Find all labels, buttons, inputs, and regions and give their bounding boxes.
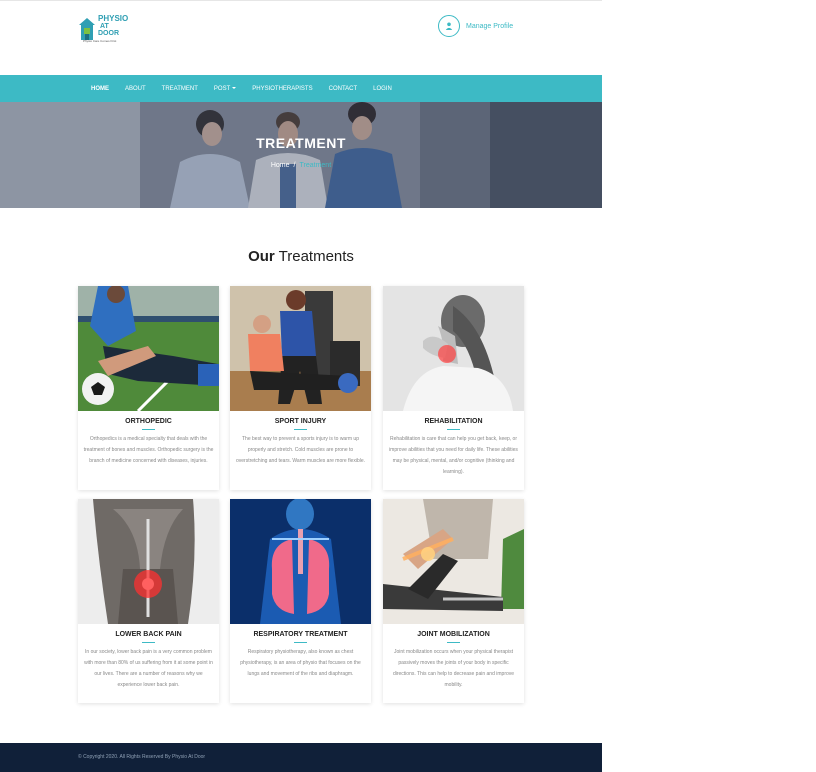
breadcrumb-current: Treatment (299, 162, 332, 169)
hero-banner: TREATMENT Home / Treatment (0, 102, 602, 208)
title-underline (447, 429, 460, 430)
title-underline (142, 642, 155, 643)
nav-item-physiotherapists[interactable]: PHYSIOTHERAPISTS (252, 86, 312, 92)
nav-item-post[interactable]: POST (213, 85, 237, 92)
breadcrumb-separator: / (293, 162, 296, 169)
section-title-rest: Treatments (274, 248, 354, 265)
title-underline (294, 429, 307, 430)
breadcrumb: Home / Treatment (0, 162, 602, 169)
main-nav: HOME ABOUT TREATMENT POST PHYSIOTHERAPIS… (0, 75, 602, 102)
nav-item-contact[interactable]: CONTACT (329, 86, 358, 92)
treatment-card-lower-back-pain[interactable]: LOWER BACK PAIN In our society, lower ba… (78, 499, 219, 703)
top-border (0, 0, 602, 1)
orthopedic-image (78, 286, 219, 411)
hero-title: TREATMENT (256, 135, 346, 151)
card-title: JOINT MOBILIZATION (417, 631, 490, 638)
card-description: In our society, lower back pain is a ver… (84, 649, 213, 688)
logo-tagline: Physio Care Comes First (83, 39, 117, 43)
nav-item-post-label: POST (213, 85, 231, 92)
copyright-text: © Copyright 2020. All Rights Reserved By… (78, 754, 206, 760)
section-title-bold: Our (248, 248, 275, 265)
joint-mobilization-image (383, 499, 524, 624)
respiratory-image (230, 499, 371, 624)
nav-item-home[interactable]: HOME (91, 86, 109, 92)
lower-back-pain-image (78, 499, 219, 624)
nav-item-about[interactable]: ABOUT (125, 86, 146, 92)
treatment-card-sport-injury[interactable]: SPORT INJURY The best way to prevent a s… (230, 286, 371, 490)
card-description: The best way to prevent a sports injury … (235, 436, 366, 464)
house-icon (79, 18, 95, 40)
site-footer: © Copyright 2020. All Rights Reserved By… (0, 743, 602, 772)
logo-word-door: DOOR (98, 30, 119, 37)
manage-profile-link[interactable]: Manage Profile (438, 15, 513, 37)
title-underline (142, 429, 155, 430)
treatment-card-orthopedic[interactable]: ORTHOPEDIC Orthopedics is a medical spec… (78, 286, 219, 490)
nav-item-treatment[interactable]: TREATMENT (162, 86, 198, 92)
sport-injury-image (230, 286, 371, 411)
treatment-card-respiratory[interactable]: RESPIRATORY TREATMENT Respiratory physio… (230, 499, 371, 703)
manage-profile-label: Manage Profile (466, 22, 514, 30)
treatment-card-rehabilitation[interactable]: REHABILITATION Rehabilitation is care th… (383, 286, 524, 490)
user-icon (438, 15, 460, 37)
card-description: Joint mobilization occurs when your phys… (392, 649, 515, 688)
caret-down-icon (232, 86, 237, 89)
treatment-card-joint-mobilization[interactable]: JOINT MOBILIZATION Joint mobilization oc… (383, 499, 524, 703)
hero-overlay (0, 102, 602, 208)
logo-word-at: AT (100, 23, 109, 30)
card-description: Orthopedics is a medical specialty that … (83, 436, 214, 464)
card-title: REHABILITATION (424, 418, 483, 425)
card-description: Respiratory physiotherapy, also known as… (240, 649, 361, 677)
card-title: LOWER BACK PAIN (115, 631, 182, 638)
card-title: SPORT INJURY (274, 418, 327, 425)
page: PHYSIO AT DOOR Physio Care Comes First M… (0, 0, 602, 772)
breadcrumb-home[interactable]: Home (271, 162, 290, 169)
rehabilitation-image (383, 286, 524, 411)
title-underline (294, 642, 307, 643)
section-title: Our Treatments (0, 248, 602, 265)
card-title: ORTHOPEDIC (125, 418, 172, 425)
logo-word-physio: PHYSIO (98, 14, 129, 23)
nav-item-login[interactable]: LOGIN (373, 86, 392, 92)
site-logo[interactable]: PHYSIO AT DOOR Physio Care Comes First (79, 14, 139, 44)
card-title: RESPIRATORY TREATMENT (253, 631, 348, 638)
card-description: Rehabilitation is care that can help you… (389, 436, 518, 475)
title-underline (447, 642, 460, 643)
